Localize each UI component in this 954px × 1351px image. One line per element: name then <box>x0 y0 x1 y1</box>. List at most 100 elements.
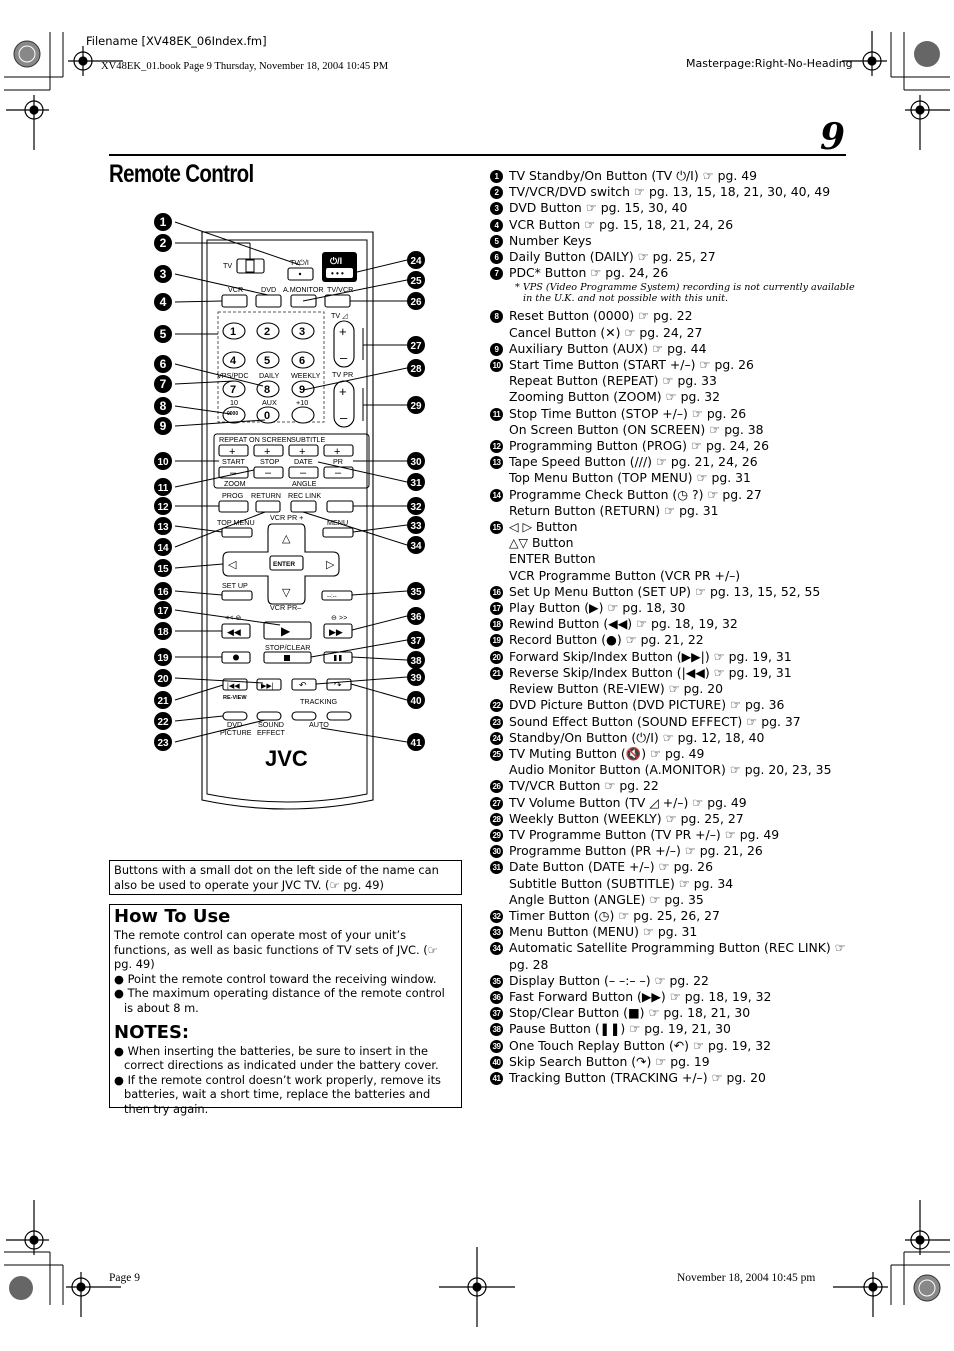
registration-circle-top-right <box>914 41 940 67</box>
callout-number: 28 <box>410 364 422 375</box>
button-list-item: 11 Stop Time Button (STOP +/–) ☞ pg. 26 On… <box>490 406 860 438</box>
button-description: TV/VCR Button ☞ pg. 22 <box>509 778 659 794</box>
button-description: △▽ Button <box>509 535 574 551</box>
dvd-picture-button[interactable] <box>222 711 248 721</box>
remote-label-rec-link: REC LINK <box>288 491 321 500</box>
set-up-button[interactable] <box>221 590 253 601</box>
notes-title: NOTES: <box>114 1021 190 1043</box>
button-description: Play Button (▶) ☞ pg. 18, 30 <box>509 600 686 616</box>
svg-text:8: 8 <box>264 384 270 396</box>
button-list-item: 29 TV Programme Button (TV PR +/–) ☞ pg. … <box>490 827 860 843</box>
how-to-use-intro: The remote control can operate most of y… <box>114 928 438 972</box>
remote-label-on-screen: ON SCREEN <box>249 435 292 444</box>
button-list-item: 30 Programme Button (PR +/–) ☞ pg. 21, 26 <box>490 843 860 859</box>
svg-text:–: – <box>230 467 237 479</box>
callout-number-badge: 17 <box>490 602 503 616</box>
return-button[interactable] <box>255 500 281 513</box>
button-list-item: 31 Date Button (DATE +/–) ☞ pg. 26 Subtitl… <box>490 859 860 908</box>
callout-number: 33 <box>410 521 422 532</box>
sound-effect-button[interactable] <box>256 711 282 721</box>
button-description: Tracking Button (TRACKING +/–) ☞ pg. 20 <box>509 1069 766 1085</box>
button-list-item: 22 DVD Picture Button (DVD PICTURE) ☞ pg.… <box>490 697 860 713</box>
callout-number-badge: 6 <box>490 251 503 265</box>
svg-text:6: 6 <box>299 355 305 367</box>
tv-note-text: Buttons with a small dot on the left sid… <box>114 863 439 892</box>
button-description: Standby/On Button (⏻/I) ☞ pg. 12, 18, 40 <box>509 729 765 745</box>
callout-number-badge: 11 <box>490 407 503 421</box>
callout-number-badge: 37 <box>490 1007 503 1021</box>
tv-vcr-button[interactable] <box>324 294 351 308</box>
plus10-button[interactable] <box>291 406 315 424</box>
button-description: Daily Button (DAILY) ☞ pg. 25, 27 <box>509 249 716 265</box>
button-description: Programme Check Button (◷ ?) ☞ pg. 27 <box>509 486 762 502</box>
button-list-item: 32 Timer Button (◷) ☞ pg. 25, 26, 27 <box>490 908 860 924</box>
remote-label-vcr-pr-minus: VCR PR– <box>270 603 301 612</box>
button-list-item: 8 Reset Button (0000) ☞ pg. 22 Cancel Butt… <box>490 308 860 340</box>
callout-number: 3 <box>160 267 167 281</box>
svg-text:5: 5 <box>264 355 270 367</box>
page-title: Remote Control <box>109 160 254 188</box>
callout-number: 23 <box>157 738 169 749</box>
callout-number-badge: 26 <box>490 780 503 794</box>
registration-circle-bottom-left <box>9 1276 33 1300</box>
rec-link-button[interactable] <box>290 500 317 513</box>
callout-number: 12 <box>157 502 169 513</box>
callout-number-badge: 38 <box>490 1023 503 1037</box>
button-description: Forward Skip/Index Button (▶▶|) ☞ pg. 19… <box>509 648 792 664</box>
button-list-item: 36 Fast Forward Button (▶▶) ☞ pg. 18, 19,… <box>490 989 860 1005</box>
callout-number: 16 <box>157 587 169 598</box>
button-description: DVD Button ☞ pg. 15, 30, 40 <box>509 200 688 216</box>
callout-number: 40 <box>410 696 422 707</box>
button-description: Reset Button (0000) ☞ pg. 22 <box>509 308 693 324</box>
button-description: Repeat Button (REPEAT) ☞ pg. 33 <box>509 373 717 389</box>
svg-text:7: 7 <box>230 384 236 396</box>
callout-number-badge: 31 <box>490 861 503 875</box>
heading-rule <box>109 154 846 156</box>
callout-number: 10 <box>157 457 169 468</box>
remote-label-stop-clear: STOP/CLEAR <box>265 643 310 652</box>
callout-number: 9 <box>160 419 167 433</box>
button-description: DVD Picture Button (DVD PICTURE) ☞ pg. 3… <box>509 697 785 713</box>
callout-number-badge: 16 <box>490 585 503 599</box>
button-description: Start Time Button (START +/–) ☞ pg. 26 <box>509 357 754 373</box>
button-description: Top Menu Button (TOP MENU) ☞ pg. 31 <box>509 470 751 486</box>
button-description: TV Volume Button (TV ◿ +/–) ☞ pg. 49 <box>509 794 747 810</box>
button-description: Sound Effect Button (SOUND EFFECT) ☞ pg.… <box>509 713 801 729</box>
button-list-item: 4 VCR Button ☞ pg. 15, 18, 21, 24, 26 <box>490 217 860 233</box>
callout-number: 17 <box>157 606 169 617</box>
svg-text:▽: ▽ <box>282 587 291 599</box>
tv-note-box: Buttons with a small dot on the left sid… <box>109 860 462 895</box>
remote-label-daily: DAILY <box>259 371 279 380</box>
button-list-item: 41 Tracking Button (TRACKING +/–) ☞ pg. 2… <box>490 1070 860 1086</box>
remote-label-10: 10 <box>230 398 238 407</box>
tracking-plus-button[interactable] <box>326 711 352 721</box>
callout-number-badge: 35 <box>490 974 503 988</box>
prog-button[interactable] <box>218 500 249 513</box>
button-list-item: 35 Display Button (– –:– –) ☞ pg. 22 <box>490 973 860 989</box>
dvd-button[interactable] <box>255 294 282 308</box>
button-list-item: 5 Number Keys <box>490 233 860 249</box>
svg-text:–: – <box>335 467 342 479</box>
button-list-item: 2 TV/VCR/DVD switch ☞ pg. 13, 15, 18, 21,… <box>490 184 860 200</box>
button-description: Zooming Button (ZOOM) ☞ pg. 32 <box>509 389 720 405</box>
button-description: On Screen Button (ON SCREEN) ☞ pg. 38 <box>509 421 764 437</box>
button-list-item: 28 Weekly Button (WEEKLY) ☞ pg. 25, 27 <box>490 811 860 827</box>
button-description: Tape Speed Button (///) ☞ pg. 21, 24, 26 <box>509 454 758 470</box>
callout-number-badge: 10 <box>490 359 503 373</box>
tracking-minus-button[interactable] <box>291 711 317 721</box>
top-menu-button[interactable] <box>221 527 253 538</box>
remote-label-zoom: ZOOM <box>224 479 246 488</box>
timer-button[interactable] <box>326 500 354 513</box>
button-description: Return Button (RETURN) ☞ pg. 31 <box>509 502 719 518</box>
svg-text:1: 1 <box>230 326 236 338</box>
vcr-button[interactable] <box>221 294 248 308</box>
button-list-item: 16 Set Up Menu Button (SET UP) ☞ pg. 13, … <box>490 584 860 600</box>
button-description: Programme Button (PR +/–) ☞ pg. 21, 26 <box>509 843 763 859</box>
button-description: PDC* Button ☞ pg. 24, 26 <box>509 265 669 281</box>
button-list-item: 26 TV/VCR Button ☞ pg. 22 <box>490 778 860 794</box>
svg-text:|◀◀: |◀◀ <box>227 683 240 690</box>
callout-number-badge: 9 <box>490 342 503 356</box>
menu-button[interactable] <box>322 527 354 538</box>
how-to-use-box: How To Use The remote control can operat… <box>109 904 462 1116</box>
button-list-item: 21 Reverse Skip/Index Button (|◀◀) ☞ pg. … <box>490 665 860 697</box>
